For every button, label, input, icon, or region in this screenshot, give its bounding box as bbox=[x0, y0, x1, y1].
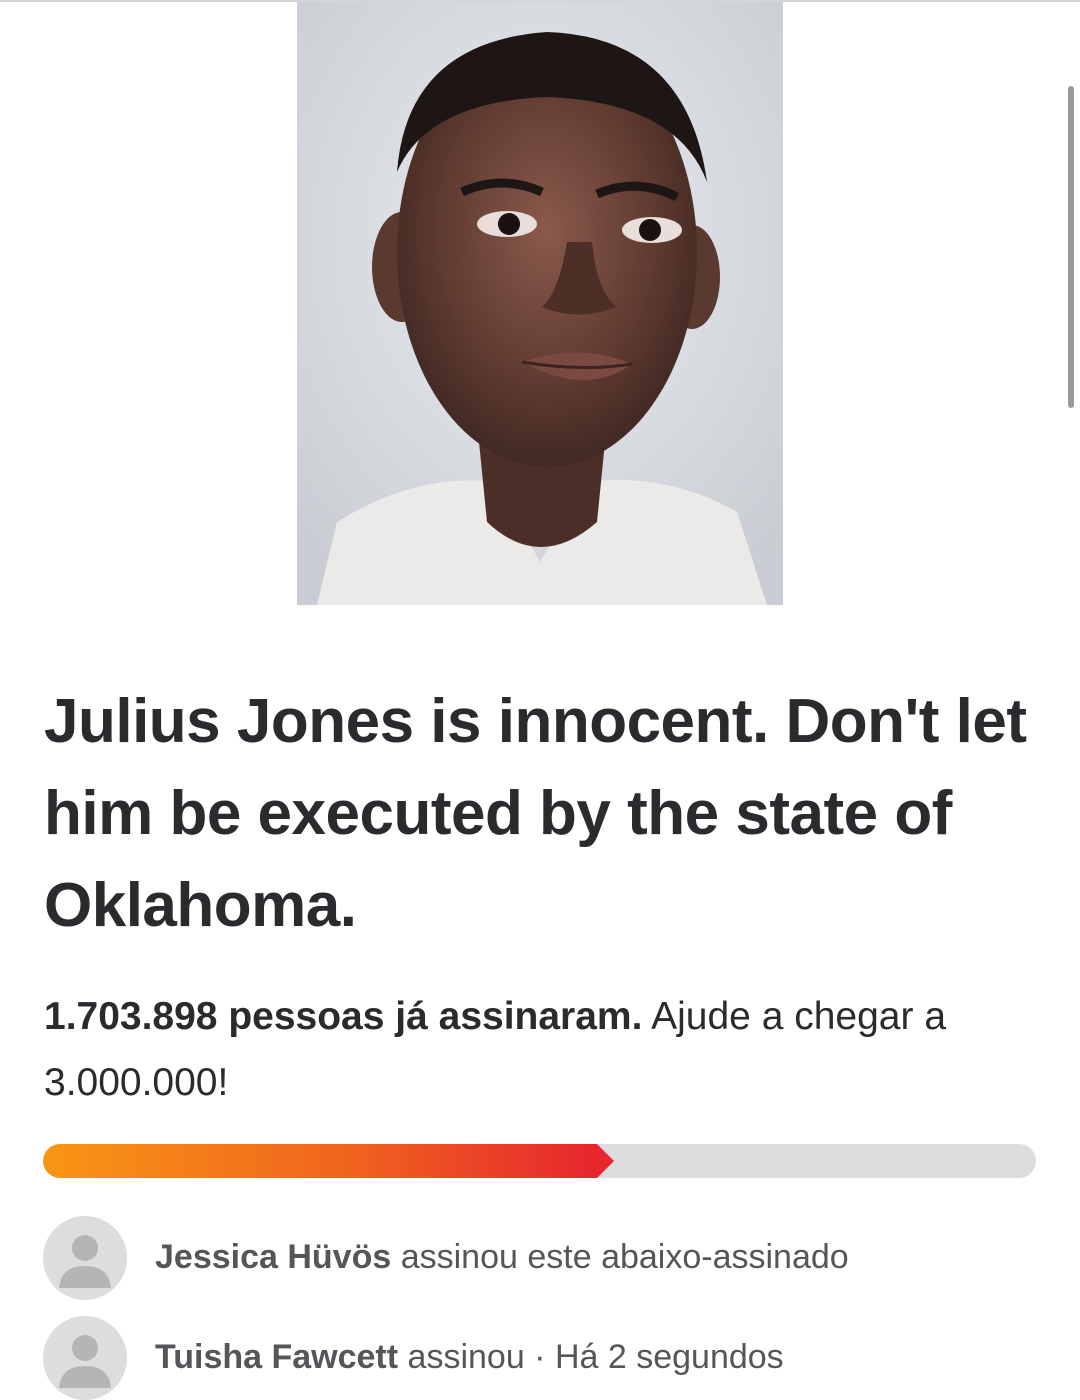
signer-name: Tuisha Fawcett bbox=[155, 1338, 399, 1376]
recent-signer: Tuisha Fawcett assinou · Há 2 segundos bbox=[43, 1316, 1043, 1400]
signer-line: Tuisha Fawcett assinou · Há 2 segundos bbox=[155, 1332, 784, 1382]
signer-line: Jessica Hüvös assinou este abaixo-assina… bbox=[155, 1232, 849, 1282]
recent-signer: Jessica Hüvös assinou este abaixo-assina… bbox=[43, 1216, 1043, 1300]
progress-fill bbox=[43, 1144, 614, 1178]
user-silhouette-icon bbox=[43, 1316, 127, 1400]
user-silhouette-icon bbox=[43, 1216, 127, 1300]
signer-action: assinou este abaixo-assinado bbox=[400, 1238, 849, 1276]
signature-progress-bar bbox=[43, 1144, 1036, 1178]
signature-summary: 1.703.898 pessoas já assinaram. Ajude a … bbox=[44, 984, 1044, 1116]
signer-name: Jessica Hüvös bbox=[155, 1238, 392, 1276]
signature-count: 1.703.898 pessoas já assinaram. bbox=[44, 995, 643, 1038]
portrait-image bbox=[297, 2, 783, 605]
petition-photo bbox=[297, 2, 783, 605]
signer-action: assinou · Há 2 segundos bbox=[407, 1338, 784, 1376]
scrollbar[interactable] bbox=[1068, 86, 1074, 408]
petition-title: Julius Jones is innocent. Don't let him … bbox=[44, 687, 1027, 940]
